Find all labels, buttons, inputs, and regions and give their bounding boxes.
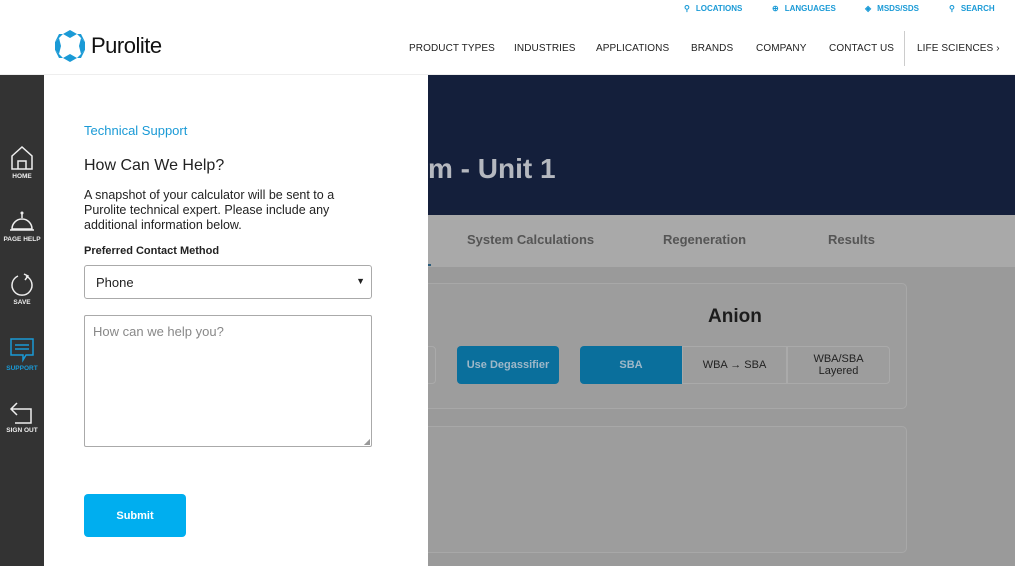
util-locations[interactable]: ⚲ LOCATIONS: [684, 4, 742, 13]
sidebar-item-label: HOME: [12, 173, 32, 180]
tab-results[interactable]: Results: [828, 232, 875, 247]
sidebar-item-page-help[interactable]: PAGE HELP: [0, 208, 44, 243]
anion-option-layered[interactable]: WBA/SBA Layered: [787, 346, 890, 384]
panel-title: How Can We Help?: [84, 157, 225, 174]
util-languages[interactable]: ⊕ LANGUAGES: [772, 4, 836, 13]
calculator-background: m - Unit 1 System Calculations Regenerat…: [418, 75, 1015, 566]
search-icon: ⚲: [949, 4, 955, 13]
nav-product-types[interactable]: PRODUCT TYPES: [409, 43, 495, 54]
chat-icon: [10, 338, 34, 363]
site-header: Purolite ⚲ LOCATIONS ⊕ LANGUAGES ◈ MSDS/SDS…: [0, 0, 1015, 75]
location-pin-icon: ⚲: [684, 4, 690, 13]
nav-life-sciences[interactable]: LIFE SCIENCES ›: [917, 43, 1000, 54]
anion-option-wba-sba[interactable]: WBA → SBA: [682, 346, 787, 384]
resize-handle-icon[interactable]: ◢: [364, 437, 370, 446]
sidebar-item-label: SUPPORT: [6, 365, 38, 372]
sidebar-item-label: SIGN OUT: [6, 427, 38, 434]
nav-contact-us[interactable]: CONTACT US: [829, 43, 894, 54]
globe-icon: ⊕: [772, 4, 779, 13]
tab-regeneration[interactable]: Regeneration: [663, 232, 746, 247]
sign-out-icon: [9, 402, 32, 424]
message-placeholder: How can we help you?: [93, 324, 224, 339]
sidebar-item-save[interactable]: SAVE: [0, 273, 44, 306]
sidebar-item-home[interactable]: HOME: [0, 145, 44, 180]
use-degassifier-button[interactable]: Use Degassifier: [457, 346, 559, 384]
home-icon: [11, 145, 33, 170]
sidebar-item-support[interactable]: SUPPORT: [0, 337, 44, 372]
util-label: LOCATIONS: [695, 4, 743, 13]
sidebar-item-sign-out[interactable]: SIGN OUT: [0, 401, 44, 434]
bell-icon: [10, 211, 34, 231]
util-label: SEARCH: [960, 4, 995, 13]
panel-kicker: Technical Support: [84, 123, 188, 138]
diamond-icon: ◈: [865, 4, 872, 13]
tab-system-calculations[interactable]: System Calculations: [467, 232, 594, 247]
util-msds[interactable]: ◈ MSDS/SDS: [865, 4, 919, 13]
dropdown-arrow-icon: ▼: [356, 276, 365, 286]
logo-text: Purolite: [91, 33, 162, 58]
submit-button[interactable]: Submit: [84, 494, 186, 537]
contact-method-select[interactable]: Phone ▼: [84, 265, 372, 299]
refresh-icon: [11, 273, 33, 296]
panel-description: A snapshot of your calculator will be se…: [84, 188, 335, 232]
page-title: m - Unit 1: [428, 153, 556, 184]
nav-company[interactable]: COMPANY: [756, 43, 807, 54]
sidebar: HOME PAGE HELP SAVE SUPPORT SIGN OUT: [0, 75, 44, 566]
nav-brands[interactable]: BRANDS: [691, 43, 733, 54]
sidebar-item-label: SAVE: [13, 299, 31, 306]
active-tab-indicator: [428, 264, 431, 266]
purolite-logo[interactable]: Purolite: [55, 30, 162, 62]
util-label: MSDS/SDS: [877, 4, 919, 13]
contact-method-value: Phone: [96, 275, 134, 290]
support-panel: Technical Support How Can We Help? A sna…: [44, 75, 428, 566]
util-search[interactable]: ⚲ SEARCH: [949, 4, 995, 13]
nav-industries[interactable]: INDUSTRIES: [514, 43, 576, 54]
title-band: [428, 75, 1015, 215]
contact-method-label: Preferred Contact Method: [84, 245, 220, 257]
anion-option-sba[interactable]: SBA: [580, 346, 682, 384]
message-textarea[interactable]: How can we help you? ◢: [84, 315, 372, 447]
util-label: LANGUAGES: [784, 4, 836, 13]
logo-icon: [55, 30, 85, 62]
nav-divider: [904, 31, 905, 66]
details-card: [418, 426, 907, 553]
nav-applications[interactable]: APPLICATIONS: [596, 43, 669, 54]
sidebar-item-label: PAGE HELP: [3, 236, 41, 243]
anion-title: Anion: [708, 306, 762, 327]
